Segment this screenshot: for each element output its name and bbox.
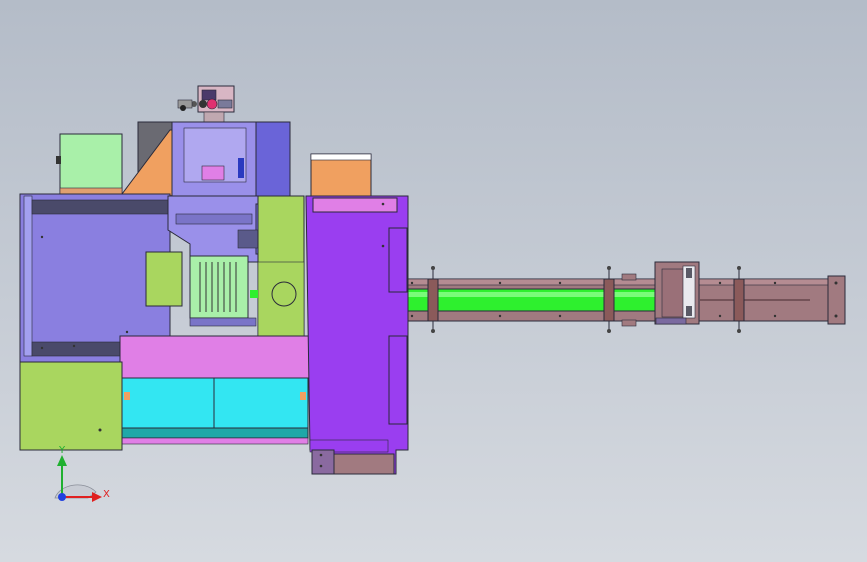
purple-frame (305, 195, 409, 475)
mint-cabinet (59, 133, 123, 195)
cyan-tray-set (121, 377, 309, 445)
coordinate-triad-icon: Y X (54, 445, 110, 502)
orange-block (310, 153, 372, 199)
cooling-fins (189, 255, 249, 319)
side-panel (255, 121, 291, 201)
linear-rail-assembly (404, 261, 846, 333)
machine-drawing: Y X (19, 85, 846, 502)
y-axis-label: Y (58, 445, 66, 456)
x-axis-label: X (103, 489, 110, 500)
rail-carriage (654, 261, 700, 325)
clamp-band-2 (603, 266, 615, 333)
cad-viewport[interactable]: Y X (0, 0, 867, 562)
clamp-band-1 (427, 266, 439, 333)
lime-base-box (19, 361, 123, 451)
lime-inspection-panel (145, 251, 183, 307)
pink-deck (119, 335, 311, 381)
top-mechanism (177, 85, 235, 123)
clamp-band-3 (733, 266, 745, 333)
